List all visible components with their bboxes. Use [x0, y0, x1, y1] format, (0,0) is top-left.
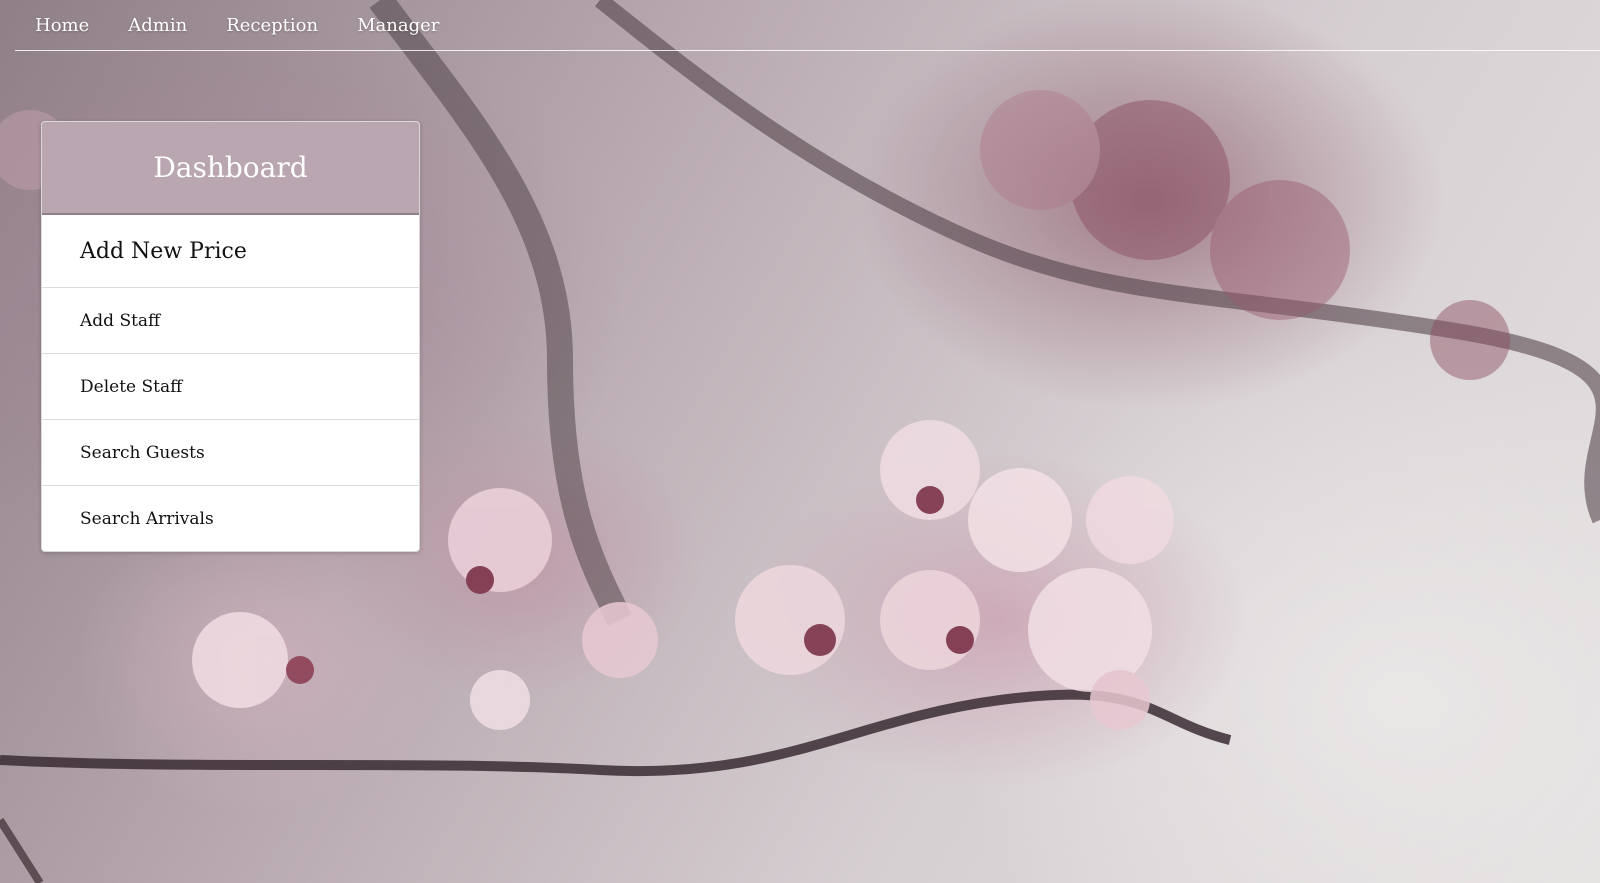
menu-item-add-staff[interactable]: Add Staff: [42, 288, 419, 354]
dashboard-heading: Dashboard: [42, 122, 419, 215]
menu-item-search-arrivals[interactable]: Search Arrivals: [42, 486, 419, 551]
nav-link-admin[interactable]: Admin: [128, 0, 187, 51]
nav-link-manager[interactable]: Manager: [357, 0, 439, 51]
menu-item-add-new-price[interactable]: Add New Price: [42, 215, 419, 288]
dashboard-title: Dashboard: [153, 151, 308, 184]
menu-item-search-guests[interactable]: Search Guests: [42, 420, 419, 486]
nav-link-home[interactable]: Home: [35, 0, 89, 51]
dashboard-panel: Dashboard Add New Price Add Staff Delete…: [41, 121, 420, 552]
nav-link-reception[interactable]: Reception: [226, 0, 318, 51]
top-navbar: Home Admin Reception Manager: [15, 0, 1600, 51]
menu-item-delete-staff[interactable]: Delete Staff: [42, 354, 419, 420]
